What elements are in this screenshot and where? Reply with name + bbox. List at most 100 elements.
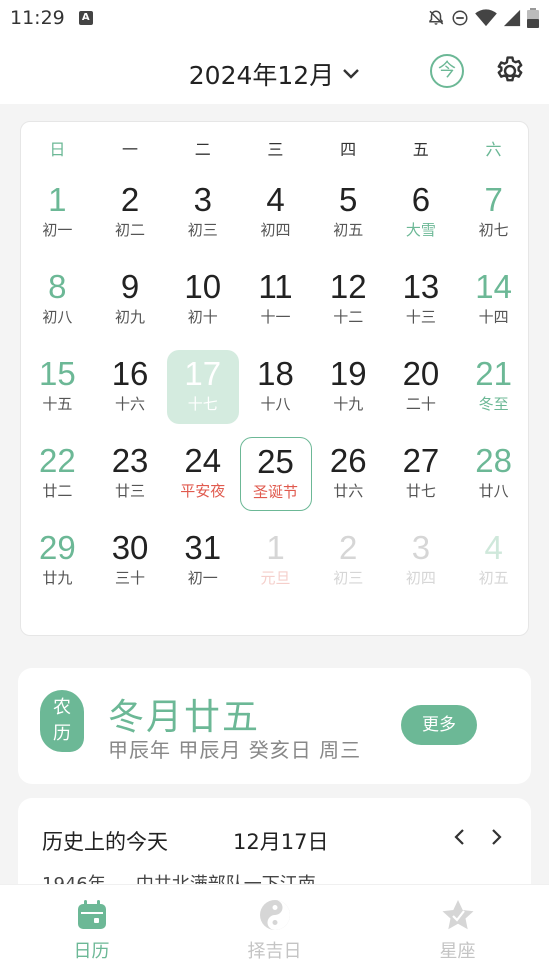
day-cell[interactable]: 3 初四 bbox=[385, 524, 457, 598]
day-number: 3 bbox=[411, 529, 431, 566]
day-number: 17 bbox=[184, 355, 222, 392]
day-cell[interactable]: 9 初九 bbox=[94, 263, 166, 337]
chevron-right-icon bbox=[492, 829, 502, 845]
day-number: 25 bbox=[257, 443, 294, 480]
chevron-down-icon bbox=[343, 69, 360, 79]
day-cell[interactable]: 2 初三 bbox=[312, 524, 384, 598]
day-lunar-label: 初八 bbox=[42, 308, 73, 326]
day-number: 24 bbox=[184, 442, 222, 479]
lunar-info-card: 农 历 冬月廿五 甲辰年 甲辰月 癸亥日 周三 更多 bbox=[18, 668, 531, 784]
status-time: 11:29 bbox=[10, 7, 65, 29]
day-cell[interactable]: 1 元旦 bbox=[240, 524, 312, 598]
day-number: 7 bbox=[484, 181, 503, 218]
settings-button[interactable] bbox=[493, 54, 527, 88]
day-lunar-label: 冬至 bbox=[478, 395, 509, 413]
day-number: 21 bbox=[475, 355, 512, 392]
status-bar: 11:29 A bbox=[0, 0, 549, 36]
day-lunar-label: 圣诞节 bbox=[252, 483, 298, 501]
day-cell[interactable]: 23 廿三 bbox=[94, 437, 166, 511]
day-lunar-label: 十四 bbox=[478, 308, 509, 326]
weekday-header: 日 一 二 三 四 五 六 bbox=[21, 136, 530, 159]
lunar-badge-line1: 农 bbox=[53, 697, 71, 718]
day-lunar-label: 廿六 bbox=[333, 482, 364, 500]
day-cell[interactable]: 13 十三 bbox=[385, 263, 457, 337]
day-number: 1 bbox=[266, 529, 285, 566]
day-lunar-label: 初二 bbox=[115, 221, 146, 239]
day-number: 16 bbox=[111, 355, 149, 392]
day-number: 22 bbox=[38, 442, 76, 479]
battery-icon bbox=[527, 8, 539, 28]
day-cell[interactable]: 5 初五 bbox=[312, 176, 384, 250]
day-number: 31 bbox=[184, 529, 222, 566]
day-cell[interactable]: 11 十一 bbox=[240, 263, 312, 337]
nav-auspicious-day[interactable]: 择吉日 bbox=[183, 885, 366, 976]
day-cell[interactable]: 8 初八 bbox=[21, 263, 93, 337]
day-cell[interactable]: 4 初五 bbox=[458, 524, 530, 598]
day-cell[interactable]: 7 初七 bbox=[458, 176, 530, 250]
day-number: 2 bbox=[339, 529, 358, 566]
day-lunar-label: 初一 bbox=[187, 569, 218, 587]
history-prev-button[interactable] bbox=[450, 825, 470, 849]
day-cell[interactable]: 24 平安夜 bbox=[167, 437, 239, 511]
day-lunar-label: 初一 bbox=[42, 221, 73, 239]
nav-calendar[interactable]: 日历 bbox=[0, 885, 183, 976]
day-lunar-label: 初四 bbox=[405, 569, 436, 587]
day-lunar-label: 三十 bbox=[115, 569, 146, 587]
day-number: 26 bbox=[329, 442, 367, 479]
status-icons bbox=[427, 8, 539, 28]
day-cell[interactable]: 27 廿七 bbox=[385, 437, 457, 511]
lunar-badge-line2: 历 bbox=[53, 723, 71, 744]
nav-auspicious-label: 择吉日 bbox=[247, 941, 302, 962]
day-cell[interactable]: 31 初一 bbox=[167, 524, 239, 598]
day-cell[interactable]: 30 三十 bbox=[94, 524, 166, 598]
day-cell[interactable]: 26 廿六 bbox=[312, 437, 384, 511]
day-cell[interactable]: 14 十四 bbox=[458, 263, 530, 337]
day-number: 12 bbox=[329, 268, 367, 305]
day-lunar-label: 初九 bbox=[115, 308, 146, 326]
day-number: 1 bbox=[48, 181, 67, 218]
day-cell[interactable]: 18 十八 bbox=[240, 350, 312, 424]
calendar-grid: 日 一 二 三 四 五 六 1 初一 2 初二 3 初三 4 初四 5 初五 6 大雪 7 初七 8 初八 9 初… bbox=[20, 121, 529, 636]
more-button[interactable]: 更多 bbox=[401, 705, 477, 745]
day-cell[interactable]: 1 初一 bbox=[21, 176, 93, 250]
day-lunar-label: 十二 bbox=[333, 308, 364, 326]
star-icon bbox=[442, 900, 473, 930]
day-cell[interactable]: 6 大雪 bbox=[385, 176, 457, 250]
day-cell[interactable]: 29 廿九 bbox=[21, 524, 93, 598]
day-cell[interactable]: 19 十九 bbox=[312, 350, 384, 424]
day-cell[interactable]: 12 十二 bbox=[312, 263, 384, 337]
day-cell[interactable]: 10 初十 bbox=[167, 263, 239, 337]
day-cell[interactable]: 22 廿二 bbox=[21, 437, 93, 511]
lunar-date: 冬月廿五 bbox=[108, 697, 261, 738]
day-cell[interactable]: 4 初四 bbox=[240, 176, 312, 250]
history-next-button[interactable] bbox=[486, 825, 506, 849]
day-lunar-label: 初三 bbox=[333, 569, 364, 587]
day-number: 15 bbox=[38, 355, 76, 392]
day-lunar-label: 十八 bbox=[260, 395, 291, 413]
weekday-sun: 日 bbox=[49, 140, 66, 159]
history-title: 历史上的今天 bbox=[42, 830, 168, 854]
day-cell[interactable]: 15 十五 bbox=[21, 350, 93, 424]
day-number: 4 bbox=[266, 181, 285, 218]
day-cell[interactable]: 3 初三 bbox=[167, 176, 239, 250]
day-number: 4 bbox=[484, 529, 503, 566]
nav-zodiac[interactable]: 星座 bbox=[366, 885, 549, 976]
day-lunar-label: 平安夜 bbox=[180, 482, 226, 500]
day-cell[interactable]: 21 冬至 bbox=[458, 350, 530, 424]
day-number: 18 bbox=[257, 355, 294, 392]
day-lunar-label: 十三 bbox=[405, 308, 436, 326]
day-cell[interactable]: 17 十七 bbox=[166, 350, 239, 424]
ganzhi-text: 甲辰年 甲辰月 癸亥日 周三 bbox=[108, 738, 362, 762]
day-cell[interactable]: 28 廿八 bbox=[458, 437, 530, 511]
day-lunar-label: 十七 bbox=[187, 395, 218, 413]
day-cell[interactable]: 20 二十 bbox=[385, 350, 457, 424]
day-cell[interactable]: 2 初二 bbox=[94, 176, 166, 250]
day-cell[interactable]: 16 十六 bbox=[94, 350, 166, 424]
day-cell[interactable]: 25 圣诞节 bbox=[239, 437, 312, 511]
month-title-text: 2024年12月 bbox=[188, 61, 335, 90]
day-number: 29 bbox=[38, 529, 76, 566]
day-number: 6 bbox=[411, 181, 431, 218]
app-notification-icon: A bbox=[78, 11, 93, 25]
month-selector[interactable]: 2024年12月 bbox=[0, 56, 549, 92]
today-button[interactable]: 今 bbox=[430, 54, 464, 88]
